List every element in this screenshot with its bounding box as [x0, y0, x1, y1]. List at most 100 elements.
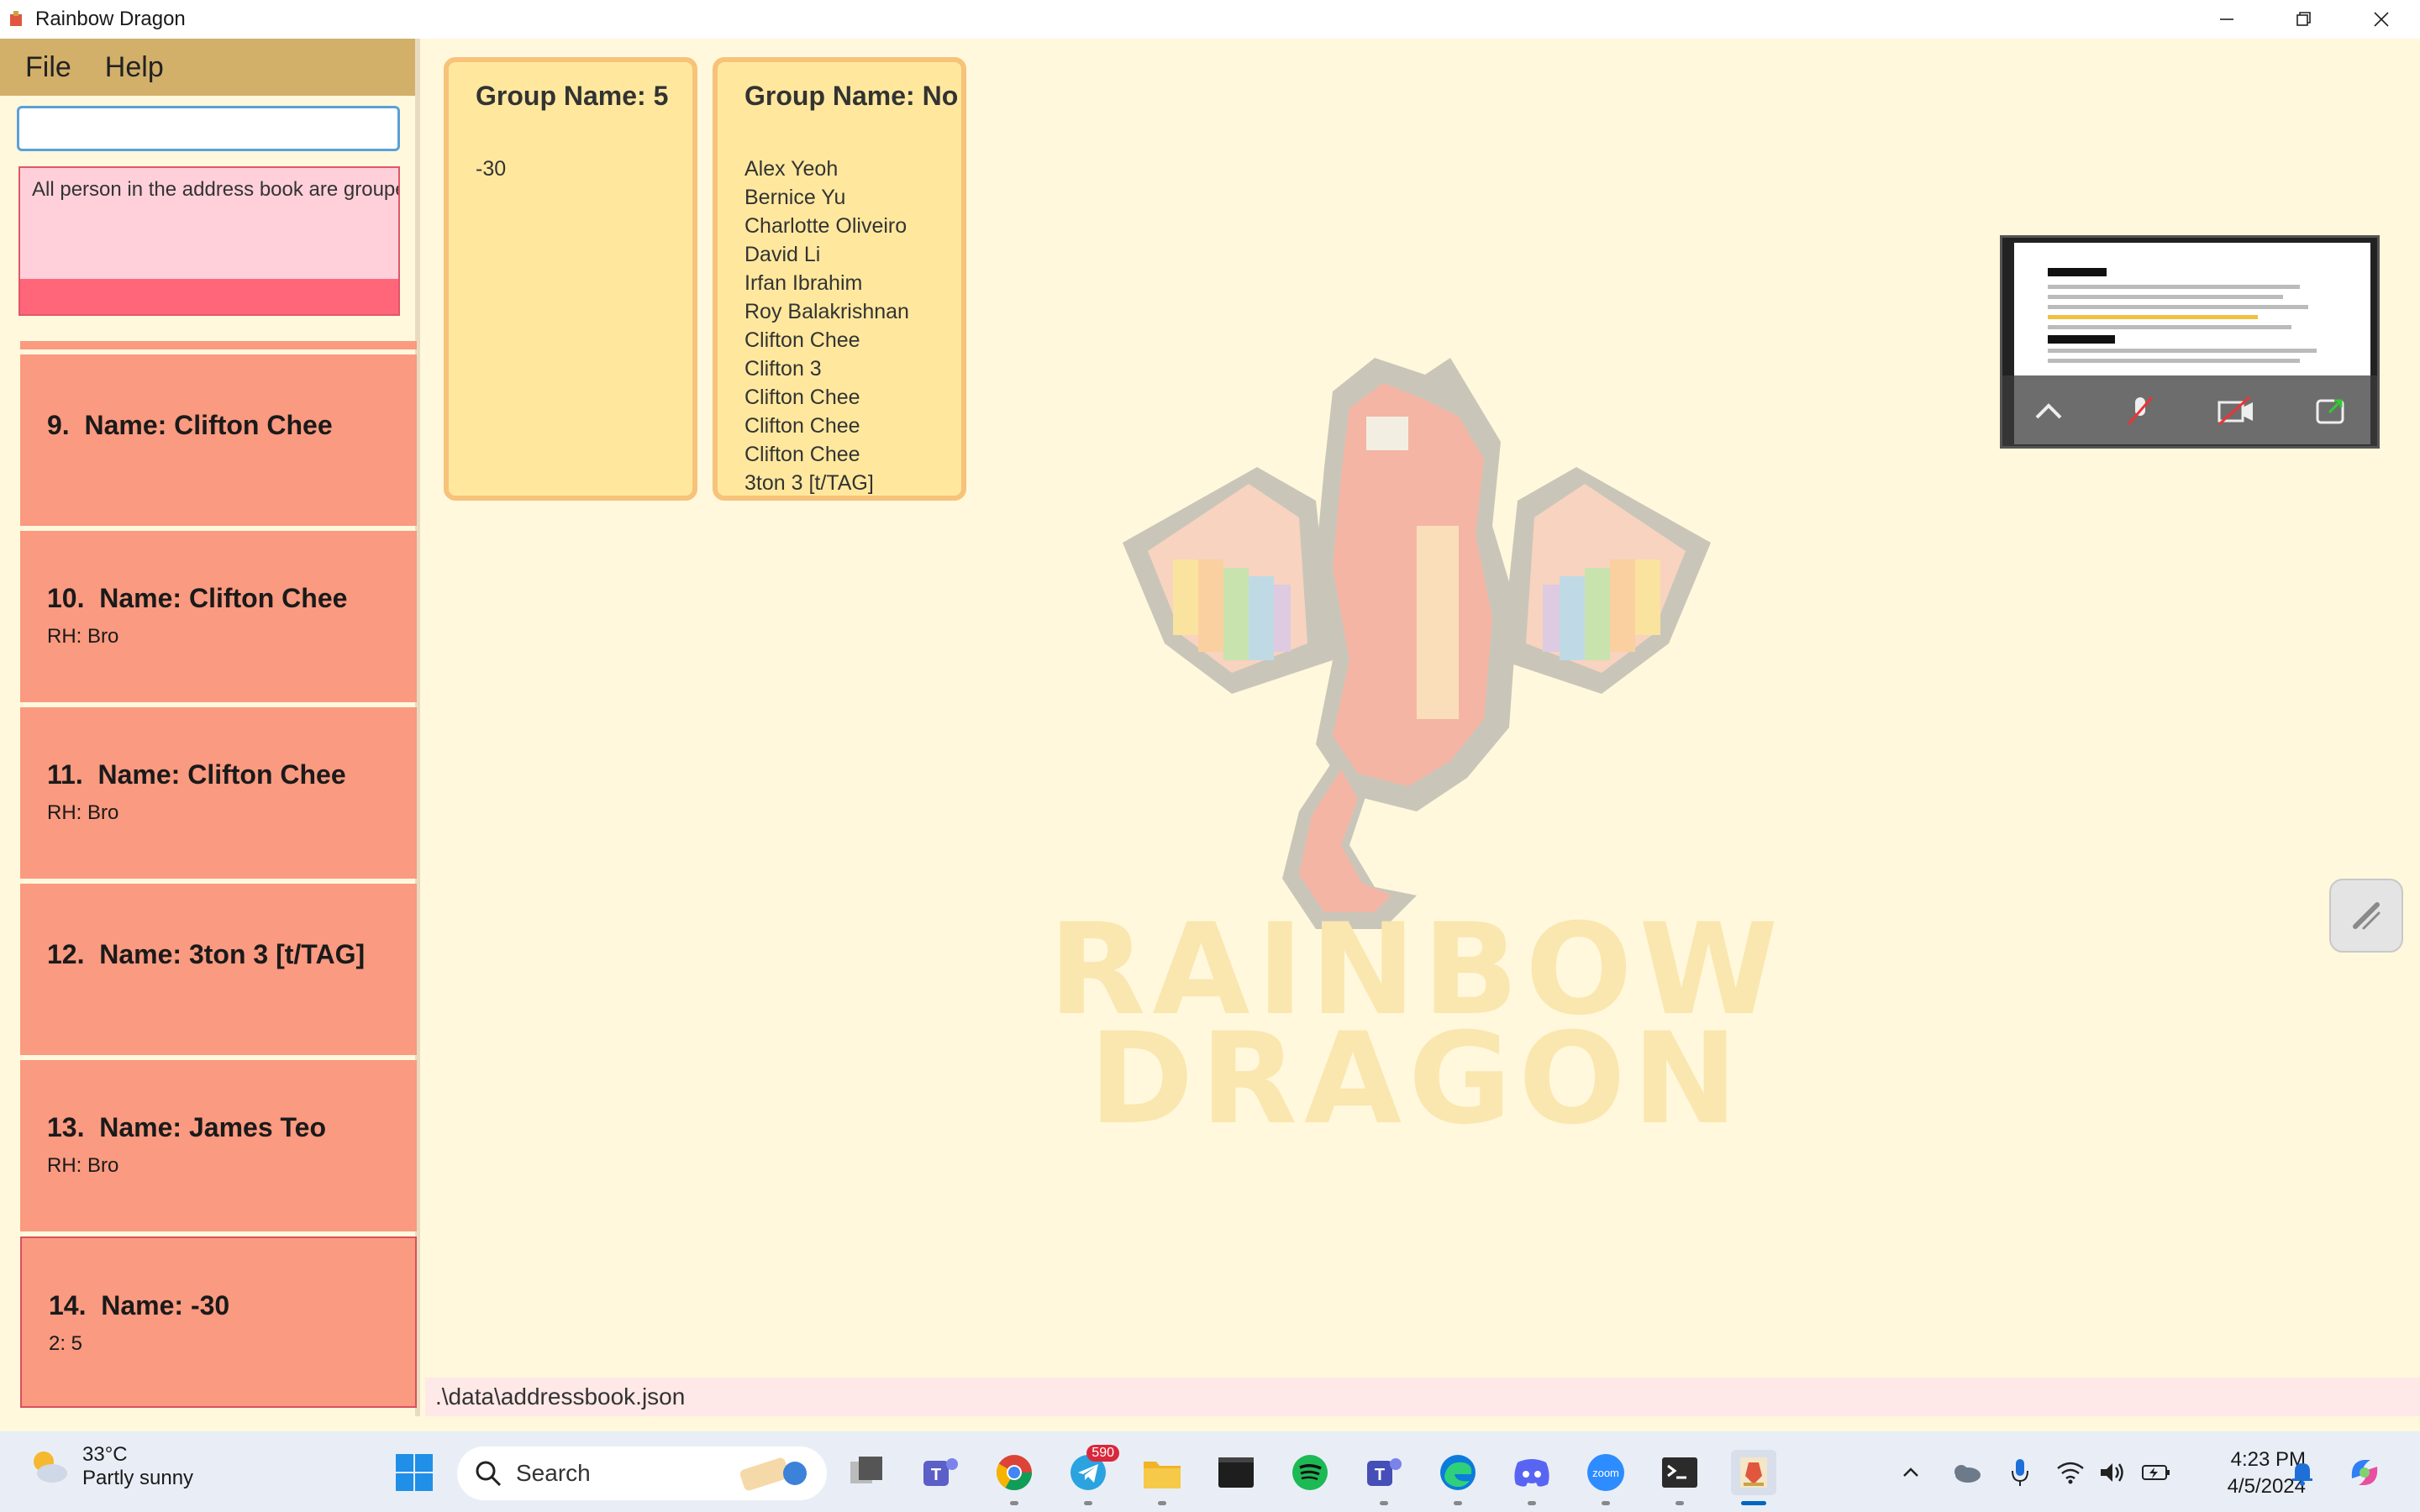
taskbar-teams-classic[interactable]: T — [1361, 1450, 1407, 1505]
tray-wifi[interactable] — [2054, 1450, 2087, 1495]
weather-description: Partly sunny — [82, 1467, 194, 1489]
group-member: Clifton Chee — [744, 328, 860, 352]
person-name: 13. Name: James Teo — [47, 1112, 327, 1142]
tray-notifications[interactable] — [2286, 1450, 2319, 1495]
group-member: Clifton 3 — [744, 357, 822, 381]
search-highlight-icon — [739, 1457, 807, 1491]
chrome-icon — [997, 1455, 1032, 1491]
svg-text:T: T — [931, 1466, 941, 1484]
partly-sunny-icon — [34, 1452, 67, 1483]
wifi-icon — [2057, 1462, 2084, 1484]
svg-text:T: T — [1375, 1466, 1385, 1484]
restore-button[interactable] — [2265, 0, 2343, 39]
group-card[interactable]: Group Name: 5 -30 — [444, 57, 697, 501]
group-member: Bernice Yu — [744, 186, 846, 209]
teams-icon: T — [923, 1458, 958, 1486]
person-name: 11. Name: Clifton Chee — [47, 759, 346, 790]
taskbar-file-explorer[interactable] — [1139, 1450, 1185, 1505]
rainbow-dragon-logo: RAINBOW DRAGON — [980, 341, 1854, 1152]
group-member: David Li — [744, 243, 821, 266]
taskbar-telegram[interactable]: 590 — [1065, 1445, 1119, 1505]
tray-copilot[interactable] — [2343, 1450, 2386, 1495]
tray-volume[interactable] — [2096, 1450, 2129, 1495]
person-card[interactable]: 9. Name: Clifton Chee — [20, 354, 417, 526]
person-card[interactable]: 10. Name: Clifton Chee RH: Bro — [20, 531, 417, 702]
meeting-controls — [2002, 375, 2377, 446]
group-title: Group Name: 5 — [476, 81, 669, 111]
side-widget-button[interactable] — [2329, 879, 2403, 953]
taskbar-zoom[interactable]: zoom — [1583, 1450, 1628, 1505]
telegram-badge: 590 — [1086, 1445, 1119, 1462]
group-member: 3ton 3 [t/TAG] — [744, 471, 874, 495]
weather-temperature: 33°C — [82, 1443, 128, 1466]
minimize-icon — [2220, 18, 2233, 20]
taskbar-rainbow-dragon[interactable] — [1731, 1450, 1776, 1505]
app-icon — [5, 8, 29, 31]
taskbar-teams[interactable]: T — [918, 1450, 963, 1495]
chevron-up-icon — [1903, 1467, 1918, 1477]
result-display: All person in the address book are group… — [18, 166, 400, 316]
taskbar: 33°C Partly sunny Search T 590 T zoom 4:… — [0, 1431, 2420, 1512]
taskbar-chrome[interactable] — [992, 1450, 1037, 1505]
window-controls — [2188, 0, 2420, 39]
taskbar-edge[interactable] — [1435, 1450, 1481, 1505]
tray-battery[interactable] — [2139, 1450, 2173, 1495]
group-member: Charlotte Oliveiro — [744, 214, 908, 238]
mic-muted-icon[interactable] — [2123, 394, 2157, 428]
menu-help[interactable]: Help — [105, 51, 164, 84]
start-button[interactable] — [392, 1450, 437, 1495]
minimize-button[interactable] — [2188, 0, 2265, 39]
person-card[interactable]: 12. Name: 3ton 3 [t/TAG] — [20, 884, 417, 1055]
camera-off-icon[interactable] — [2216, 394, 2256, 428]
group-member: Clifton Chee — [744, 386, 860, 409]
group-member: Clifton Chee — [744, 414, 860, 438]
person-card[interactable]: 11. Name: Clifton Chee RH: Bro — [20, 707, 417, 879]
close-button[interactable] — [2343, 0, 2420, 39]
open-indicator — [1158, 1501, 1166, 1505]
command-prompt-icon — [1662, 1457, 1697, 1488]
taskbar-task-view[interactable] — [844, 1450, 889, 1495]
command-input[interactable] — [17, 106, 400, 151]
taskbar-spotify[interactable] — [1287, 1450, 1333, 1495]
person-name: 9. Name: Clifton Chee — [47, 410, 333, 440]
zoom-icon: zoom — [1587, 1454, 1624, 1491]
close-icon — [2374, 12, 2389, 27]
person-name: 14. Name: -30 — [49, 1290, 230, 1320]
person-card[interactable]: 13. Name: James Teo RH: Bro — [20, 1060, 417, 1231]
windows-icon — [396, 1454, 433, 1491]
result-status-bar — [20, 279, 398, 314]
pen-icon — [2353, 902, 2381, 930]
weather-widget[interactable]: 33°C Partly sunny — [25, 1443, 193, 1490]
tray-overflow[interactable] — [1894, 1450, 1928, 1495]
group-card[interactable]: Group Name: No Alex Yeoh Bernice Yu Char… — [713, 57, 966, 501]
bell-icon — [2292, 1463, 2312, 1486]
chevron-up-icon[interactable] — [2032, 394, 2065, 428]
open-indicator — [1010, 1501, 1018, 1505]
result-message: All person in the address book are group… — [32, 178, 398, 201]
logo-word-2: DRAGON — [1089, 1006, 1744, 1131]
person-list[interactable]: 9. Name: Clifton Chee 10. Name: Clifton … — [20, 341, 417, 1450]
person-tag: RH: Bro — [47, 1154, 119, 1177]
teams-classic-icon: T — [1367, 1458, 1402, 1486]
open-indicator — [1084, 1501, 1092, 1505]
menu-file[interactable]: File — [25, 51, 71, 84]
tray-microphone[interactable] — [2003, 1450, 2037, 1495]
taskbar-search[interactable]: Search — [457, 1446, 827, 1500]
person-tag: RH: Bro — [47, 801, 119, 824]
share-screen-icon[interactable] — [2314, 394, 2348, 428]
group-member: Roy Balakrishnan — [744, 300, 909, 323]
tray-onedrive[interactable] — [1946, 1450, 1986, 1495]
taskbar-command-prompt[interactable] — [1657, 1450, 1702, 1505]
list-item-partial — [20, 341, 417, 349]
taskbar-discord[interactable] — [1509, 1450, 1555, 1505]
meeting-thumbnail[interactable] — [2000, 235, 2380, 449]
taskbar-terminal[interactable] — [1213, 1450, 1259, 1495]
speaker-icon — [2101, 1463, 2123, 1482]
menu-bar: File Help — [0, 39, 415, 96]
svg-text:zoom: zoom — [1592, 1467, 1619, 1479]
open-indicator — [1380, 1501, 1388, 1505]
task-view-icon — [850, 1457, 882, 1483]
person-card-selected[interactable]: 14. Name: -30 2: 5 — [20, 1236, 417, 1408]
window-title: Rainbow Dragon — [35, 8, 186, 30]
battery-charging-icon — [2142, 1465, 2170, 1480]
